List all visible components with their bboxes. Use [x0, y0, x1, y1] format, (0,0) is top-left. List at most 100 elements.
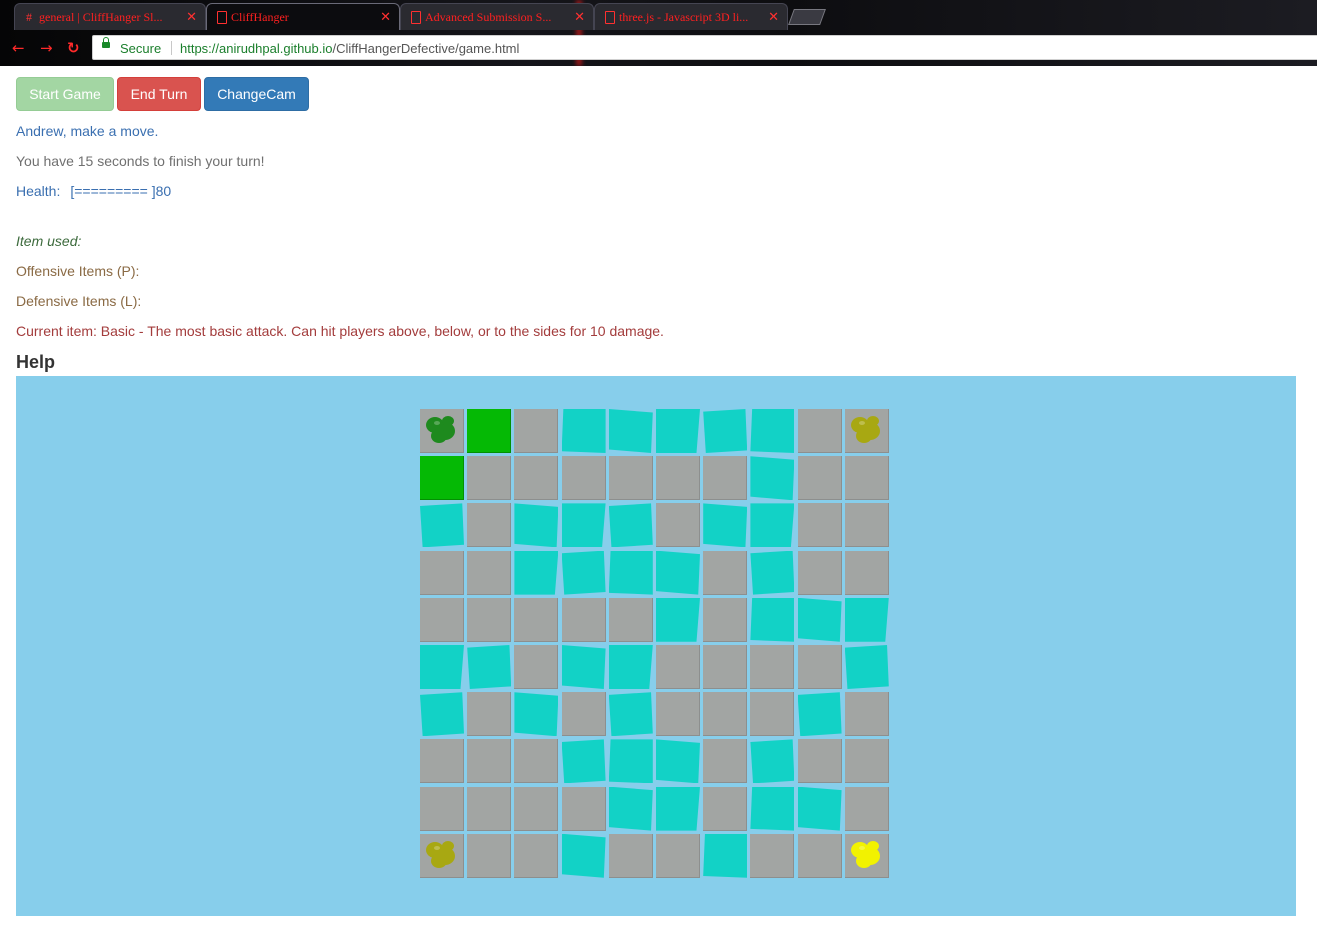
- board-tile-water[interactable]: [797, 597, 842, 642]
- board-tile-water[interactable]: [608, 786, 653, 831]
- board-tile-water[interactable]: [750, 409, 795, 453]
- board-tile-stone[interactable]: [514, 645, 559, 689]
- board-tile-stone[interactable]: [467, 692, 512, 737]
- board-tile-water[interactable]: [750, 503, 795, 548]
- board-tile-stone[interactable]: [797, 645, 842, 689]
- board-tile-water[interactable]: [750, 550, 795, 595]
- board-tile-highlighted-move[interactable]: [420, 456, 464, 501]
- board-tile-stone[interactable]: [514, 786, 559, 831]
- board-tile-water[interactable]: [608, 645, 653, 689]
- board-tile-water[interactable]: [797, 786, 842, 831]
- forward-icon[interactable]: →: [40, 39, 53, 57]
- tab-advanced-submission[interactable]: Advanced Submission S... ✕: [400, 3, 594, 30]
- board-tile-water[interactable]: [703, 409, 748, 453]
- board-tile-stone[interactable]: [703, 456, 748, 501]
- board-tile-stone[interactable]: [656, 645, 700, 689]
- board-tile-water[interactable]: [844, 597, 889, 642]
- board-tile-water[interactable]: [656, 597, 700, 642]
- address-bar[interactable]: Secure https://anirudhpal.github.io/Clif…: [92, 35, 1317, 60]
- board-tile-stone[interactable]: [797, 503, 842, 548]
- board-tile-water[interactable]: [561, 503, 606, 548]
- board-tile-water[interactable]: [561, 645, 606, 689]
- board-tile-stone[interactable]: [467, 786, 512, 831]
- board-tile-water[interactable]: [608, 409, 653, 453]
- board-tile-stone[interactable]: [561, 456, 606, 501]
- board-tile-stone[interactable]: [703, 692, 748, 737]
- board-tile-stone[interactable]: [797, 550, 842, 595]
- board-tile-stone[interactable]: [797, 456, 842, 501]
- board-tile-stone[interactable]: [750, 833, 795, 878]
- board-tile-stone[interactable]: [608, 456, 653, 501]
- board-tile-water[interactable]: [844, 645, 889, 689]
- board-tile-stone[interactable]: [750, 645, 795, 689]
- close-icon[interactable]: ✕: [186, 10, 197, 25]
- board-tile-water[interactable]: [561, 550, 606, 595]
- board-tile-stone[interactable]: [703, 645, 748, 689]
- board-tile-water[interactable]: [514, 550, 559, 595]
- board-tile-stone[interactable]: [656, 833, 700, 878]
- player-olive-top-right-token[interactable]: [848, 411, 884, 447]
- board-tile-stone[interactable]: [608, 597, 653, 642]
- board-tile-stone[interactable]: [561, 692, 606, 737]
- board-tile-stone[interactable]: [514, 597, 559, 642]
- end-turn-button[interactable]: End Turn: [117, 77, 201, 111]
- tab-threejs[interactable]: three.js - Javascript 3D li... ✕: [594, 3, 788, 30]
- board-tile-water[interactable]: [467, 645, 512, 689]
- board-tile-water[interactable]: [797, 692, 842, 737]
- close-icon[interactable]: ✕: [574, 10, 585, 25]
- change-cam-button[interactable]: ChangeCam: [204, 77, 309, 111]
- board-tile-stone[interactable]: [467, 739, 512, 784]
- board-tile-stone[interactable]: [797, 833, 842, 878]
- board-tile-stone[interactable]: [420, 550, 464, 595]
- board-tile-stone[interactable]: [844, 692, 889, 737]
- board-tile-stone[interactable]: [844, 739, 889, 784]
- board-tile-water[interactable]: [420, 692, 464, 737]
- board-tile-water[interactable]: [608, 692, 653, 737]
- board-tile-water[interactable]: [703, 503, 748, 548]
- board-tile-water[interactable]: [561, 833, 606, 878]
- game-board[interactable]: [420, 409, 892, 881]
- new-tab-button[interactable]: [788, 9, 826, 25]
- board-tile-water[interactable]: [561, 409, 606, 453]
- board-tile-water[interactable]: [656, 786, 700, 831]
- board-tile-stone[interactable]: [467, 503, 512, 548]
- help-heading[interactable]: Help: [16, 352, 55, 373]
- board-tile-stone[interactable]: [420, 597, 464, 642]
- board-tile-water[interactable]: [561, 739, 606, 784]
- board-tile-stone[interactable]: [656, 456, 700, 501]
- board-tile-stone[interactable]: [703, 550, 748, 595]
- board-tile-water[interactable]: [514, 692, 559, 737]
- board-tile-water[interactable]: [750, 597, 795, 642]
- board-tile-stone[interactable]: [514, 456, 559, 501]
- board-tile-stone[interactable]: [467, 597, 512, 642]
- tab-cliffhanger[interactable]: CliffHanger ✕: [206, 3, 400, 30]
- board-tile-stone[interactable]: [703, 597, 748, 642]
- board-tile-stone[interactable]: [703, 786, 748, 831]
- board-tile-water[interactable]: [420, 503, 464, 548]
- board-tile-water[interactable]: [608, 739, 653, 784]
- board-tile-water[interactable]: [514, 503, 559, 548]
- back-icon[interactable]: ←: [12, 39, 25, 57]
- board-tile-water[interactable]: [420, 645, 464, 689]
- board-tile-water[interactable]: [656, 409, 700, 453]
- board-tile-stone[interactable]: [514, 409, 559, 453]
- board-tile-water[interactable]: [656, 550, 700, 595]
- board-tile-water[interactable]: [608, 550, 653, 595]
- board-tile-water[interactable]: [750, 786, 795, 831]
- player-green-token[interactable]: [423, 411, 459, 447]
- board-tile-stone[interactable]: [608, 833, 653, 878]
- board-tile-stone[interactable]: [514, 833, 559, 878]
- player-olive-bottom-left-token[interactable]: [423, 836, 459, 872]
- board-tile-stone[interactable]: [844, 503, 889, 548]
- board-tile-stone[interactable]: [750, 692, 795, 737]
- reload-icon[interactable]: ↻: [67, 39, 80, 57]
- board-tile-highlighted-move[interactable]: [467, 409, 512, 453]
- board-tile-water[interactable]: [750, 456, 795, 501]
- board-tile-stone[interactable]: [656, 503, 700, 548]
- board-tile-stone[interactable]: [844, 550, 889, 595]
- player-yellow-token[interactable]: [848, 836, 884, 872]
- board-tile-stone[interactable]: [467, 833, 512, 878]
- start-game-button[interactable]: Start Game: [16, 77, 114, 111]
- board-tile-stone[interactable]: [797, 739, 842, 784]
- board-tile-stone[interactable]: [656, 692, 700, 737]
